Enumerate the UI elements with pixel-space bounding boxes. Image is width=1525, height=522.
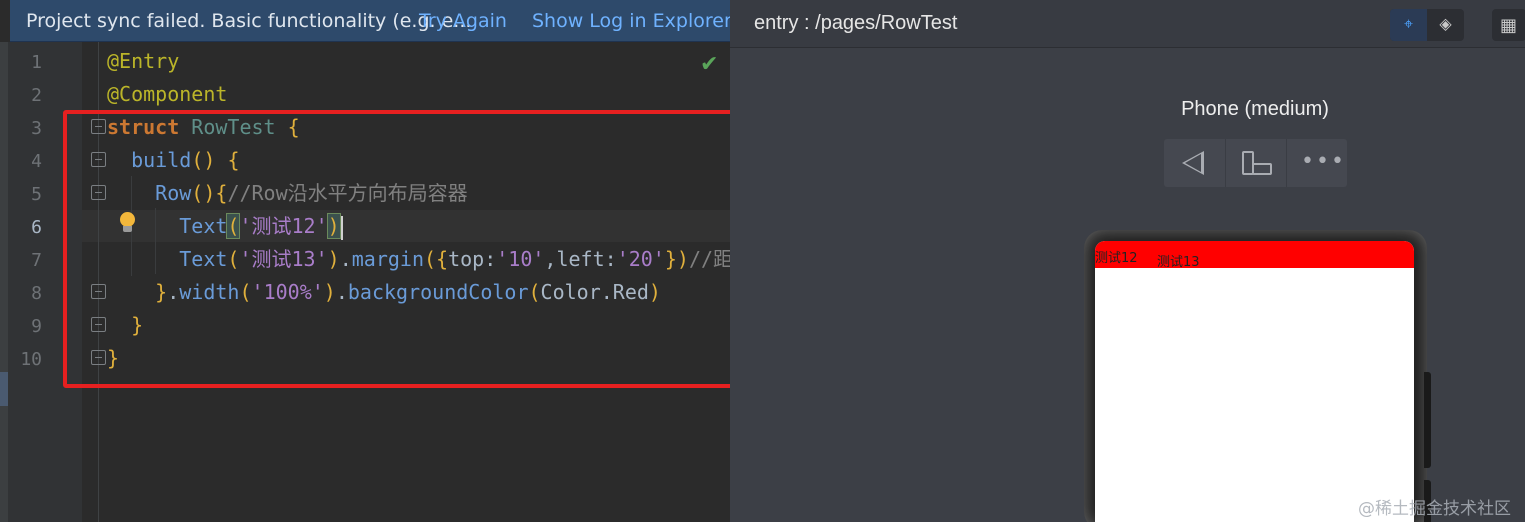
line-number: 7 (31, 250, 42, 271)
layers-mode-button[interactable]: ◈ (1427, 9, 1464, 41)
watermark: @稀土掘金技术社区 (1358, 499, 1511, 519)
back-button[interactable] (1164, 139, 1225, 187)
notification-message: Project sync failed. Basic functionality… (26, 10, 472, 32)
line-number: 8 (31, 283, 42, 304)
code-token: @Component (107, 82, 228, 106)
preview-page-title: entry : /pages/RowTest (754, 12, 958, 34)
phone-screen[interactable]: 测试12 测试13 (1095, 241, 1414, 522)
line-number: 10 (20, 349, 42, 370)
check-icon: ✔ (700, 52, 719, 77)
back-triangle-icon (1182, 151, 1204, 175)
more-icon: ••• (1301, 149, 1346, 174)
line-number: 2 (31, 85, 42, 106)
inspector-mode-button[interactable]: ⌖ (1390, 9, 1427, 41)
tool-window-strip (0, 42, 8, 522)
code-editor[interactable]: Project sync failed. Basic functionality… (0, 0, 730, 522)
code-token: @Entry (107, 49, 180, 73)
code-line-1[interactable]: @Entry (107, 47, 179, 75)
phone-side-button (1424, 372, 1431, 468)
line-number: 9 (31, 316, 42, 337)
sync-failed-notification: Project sync failed. Basic functionality… (10, 0, 730, 42)
line-number: 3 (31, 118, 42, 139)
try-again-link[interactable]: Try Again (419, 10, 507, 32)
previewer-toolbar: entry : /pages/RowTest ⌖ ◈ ▦ (730, 0, 1525, 48)
rotate-button[interactable] (1225, 139, 1286, 187)
code-line-2[interactable]: @Component (107, 80, 227, 108)
row-container: 测试12 测试13 (1095, 241, 1414, 270)
previewer-panel: entry : /pages/RowTest ⌖ ◈ ▦ Phone (medi… (730, 0, 1525, 522)
view-toggle[interactable]: ⌖ ◈ (1390, 9, 1464, 41)
rotate-device-icon (1242, 151, 1272, 177)
more-button[interactable]: ••• (1286, 139, 1347, 187)
line-number: 5 (31, 184, 42, 205)
multi-device-button[interactable]: ▦ (1492, 9, 1525, 41)
tool-window-marker (0, 372, 8, 406)
grid-icon: ▦ (1500, 15, 1518, 36)
line-number: 1 (31, 52, 42, 73)
inspect-icon: ⌖ (1403, 14, 1413, 33)
row-text-1: 测试12 (1095, 251, 1138, 266)
layers-icon: ◈ (1439, 14, 1452, 33)
line-number: 6 (31, 217, 42, 238)
device-toolbar: ••• (1164, 139, 1347, 187)
show-log-link[interactable]: Show Log in Explorer (532, 10, 730, 32)
line-number: 4 (31, 151, 42, 172)
annotation-highlight-box (63, 110, 730, 388)
device-name: Phone (medium) (1181, 98, 1329, 120)
row-text-2: 测试13 (1157, 255, 1200, 270)
